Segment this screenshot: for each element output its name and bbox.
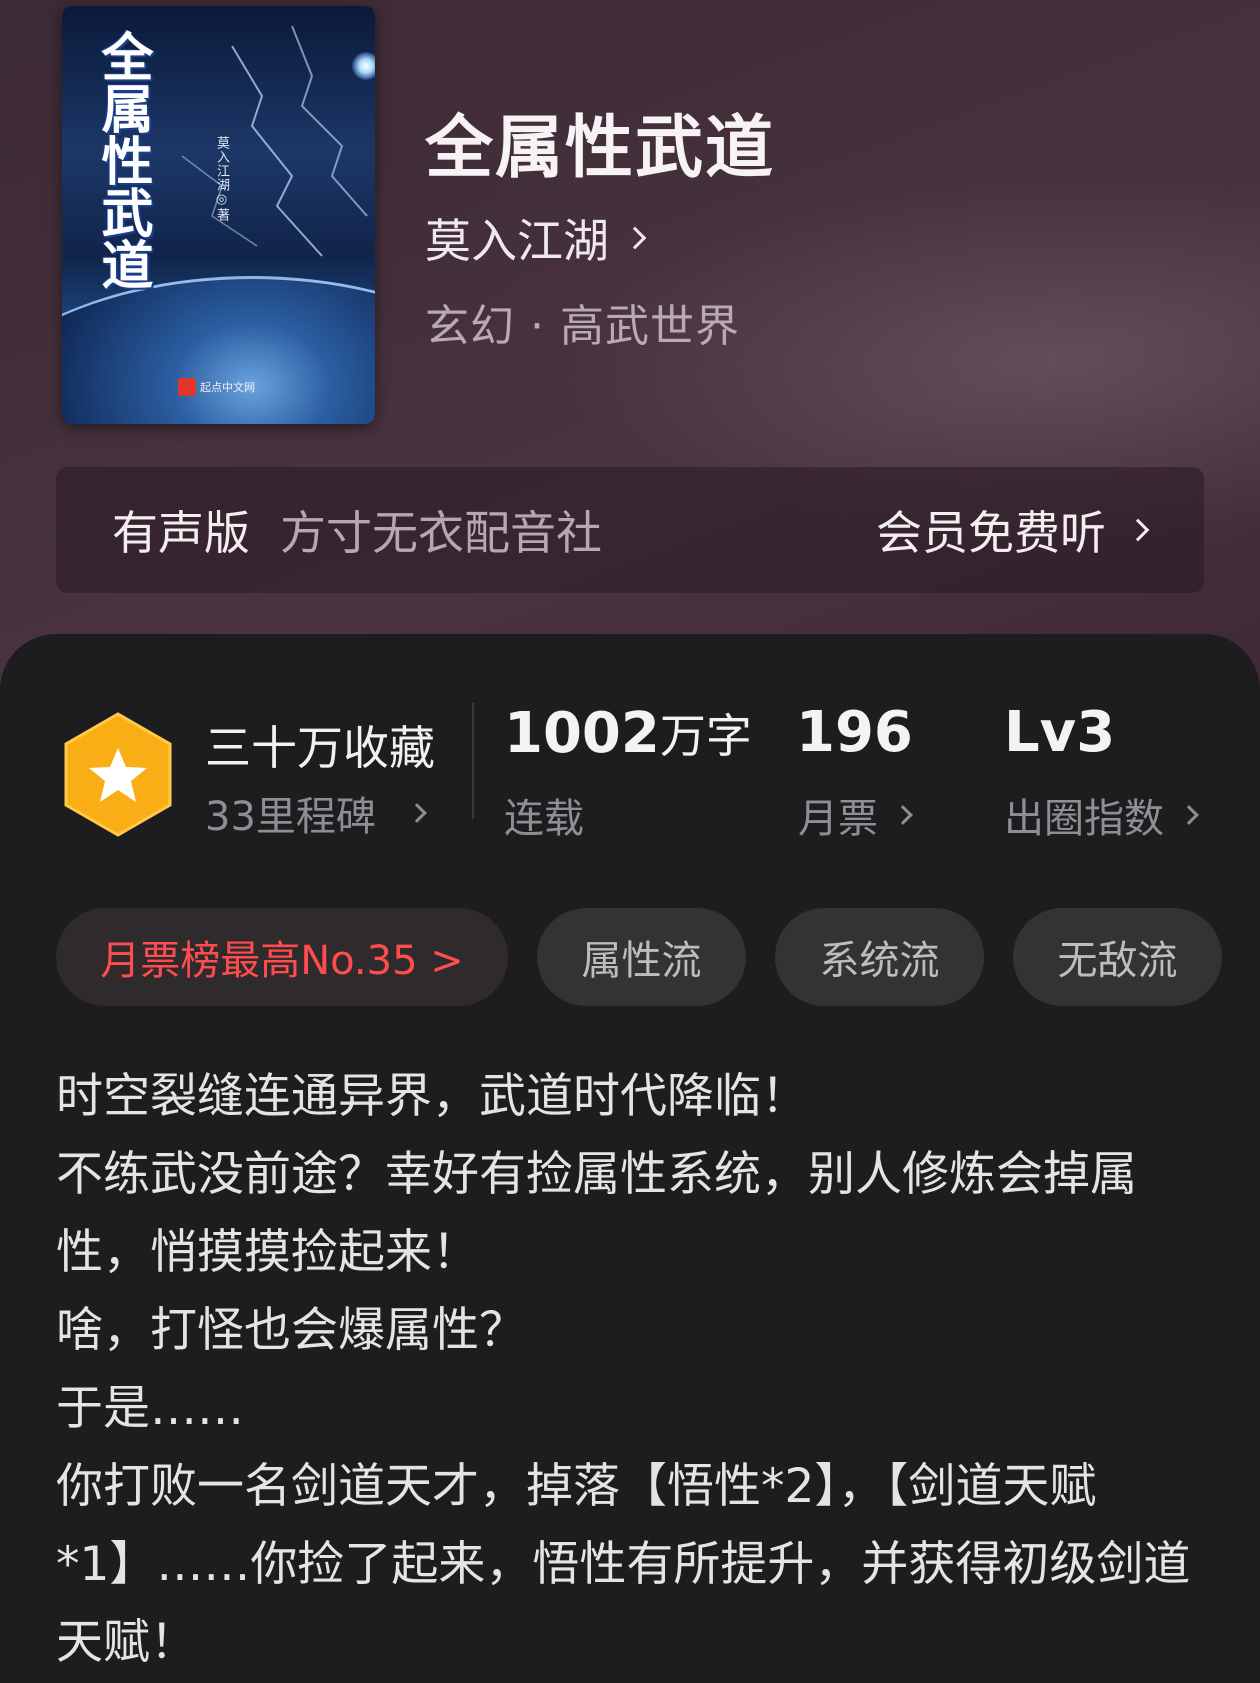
chevron-right-icon [407,803,427,823]
cover-brand-label: 起点中文网 [200,381,255,394]
serial-status: 连载 [504,796,584,842]
cover-title: 全属性武道 [92,30,153,290]
description-line: 时空裂缝连通异界，武道时代降临！ [56,1069,808,1124]
chevron-right-icon [1126,518,1150,542]
tag-system[interactable]: 系统流 [775,908,984,1006]
chevron-right-icon [1179,805,1199,825]
chevron-right-icon [893,805,913,825]
word-count-unit: 万字 [659,709,752,763]
book-genre: 玄幻 · 高武世界 [425,301,740,352]
description-line: 你打败一名剑道天才，掉落【悟性*2】，【剑道天赋*1】……你捡了起来，悟性有所提… [56,1459,1191,1670]
monthly-tickets-link[interactable]: 月票 [798,786,913,844]
chevron-right-icon [623,226,647,250]
milestone-label: 33里程碑 [205,794,376,840]
audio-label: 有声版 [112,506,250,560]
member-listen-label: 会员免费听 [876,506,1106,560]
word-count: 1002万字 [504,700,752,766]
monthly-tickets-label: 月票 [798,796,878,842]
audio-studio: 方寸无衣配音社 [280,506,602,560]
member-listen-button[interactable]: 会员免费听 [876,497,1150,563]
monthly-tickets-value: 196 [796,700,913,765]
cover-author: 莫入江湖◎著 [214,136,229,222]
book-cover[interactable]: 全属性武道 莫入江湖◎著 起点中文网 [62,6,375,424]
book-description[interactable]: 时空裂缝连通异界，武道时代降临！ 不练武没前途？幸好有捡属性系统，别人修炼会掉属… [56,1058,1216,1682]
favorites-badge-icon [64,712,172,837]
word-count-value: 1002 [504,701,660,766]
book-title: 全属性武道 [425,108,776,188]
description-line: 啥，打怪也会爆属性？ [56,1303,526,1358]
milestone-link[interactable]: 33里程碑 [205,784,427,842]
description-line: 于是…… [56,1381,244,1436]
brand-logo-icon [178,378,196,396]
author-name: 莫入江湖 [425,214,609,268]
author-link[interactable]: 莫入江湖 [425,205,647,271]
audio-version-bar[interactable]: 有声版 方寸无衣配音社 会员免费听 [56,467,1204,593]
description-line: 不练武没前途？幸好有捡属性系统，别人修炼会掉属性，悄摸摸捡起来！ [56,1147,1137,1280]
tag-invincible[interactable]: 无敌流 [1013,908,1222,1006]
rank-tag[interactable]: 月票榜最高No.35 > [56,908,508,1006]
influence-index-label: 出圈指数 [1004,796,1164,842]
favorites-count: 三十万收藏 [205,721,435,775]
stats-divider [472,703,474,819]
tag-attribute[interactable]: 属性流 [537,908,746,1006]
influence-index-link[interactable]: 出圈指数 [1004,786,1199,844]
influence-level-value: Lv3 [1004,700,1116,765]
cover-brand: 起点中文网 [178,378,255,396]
